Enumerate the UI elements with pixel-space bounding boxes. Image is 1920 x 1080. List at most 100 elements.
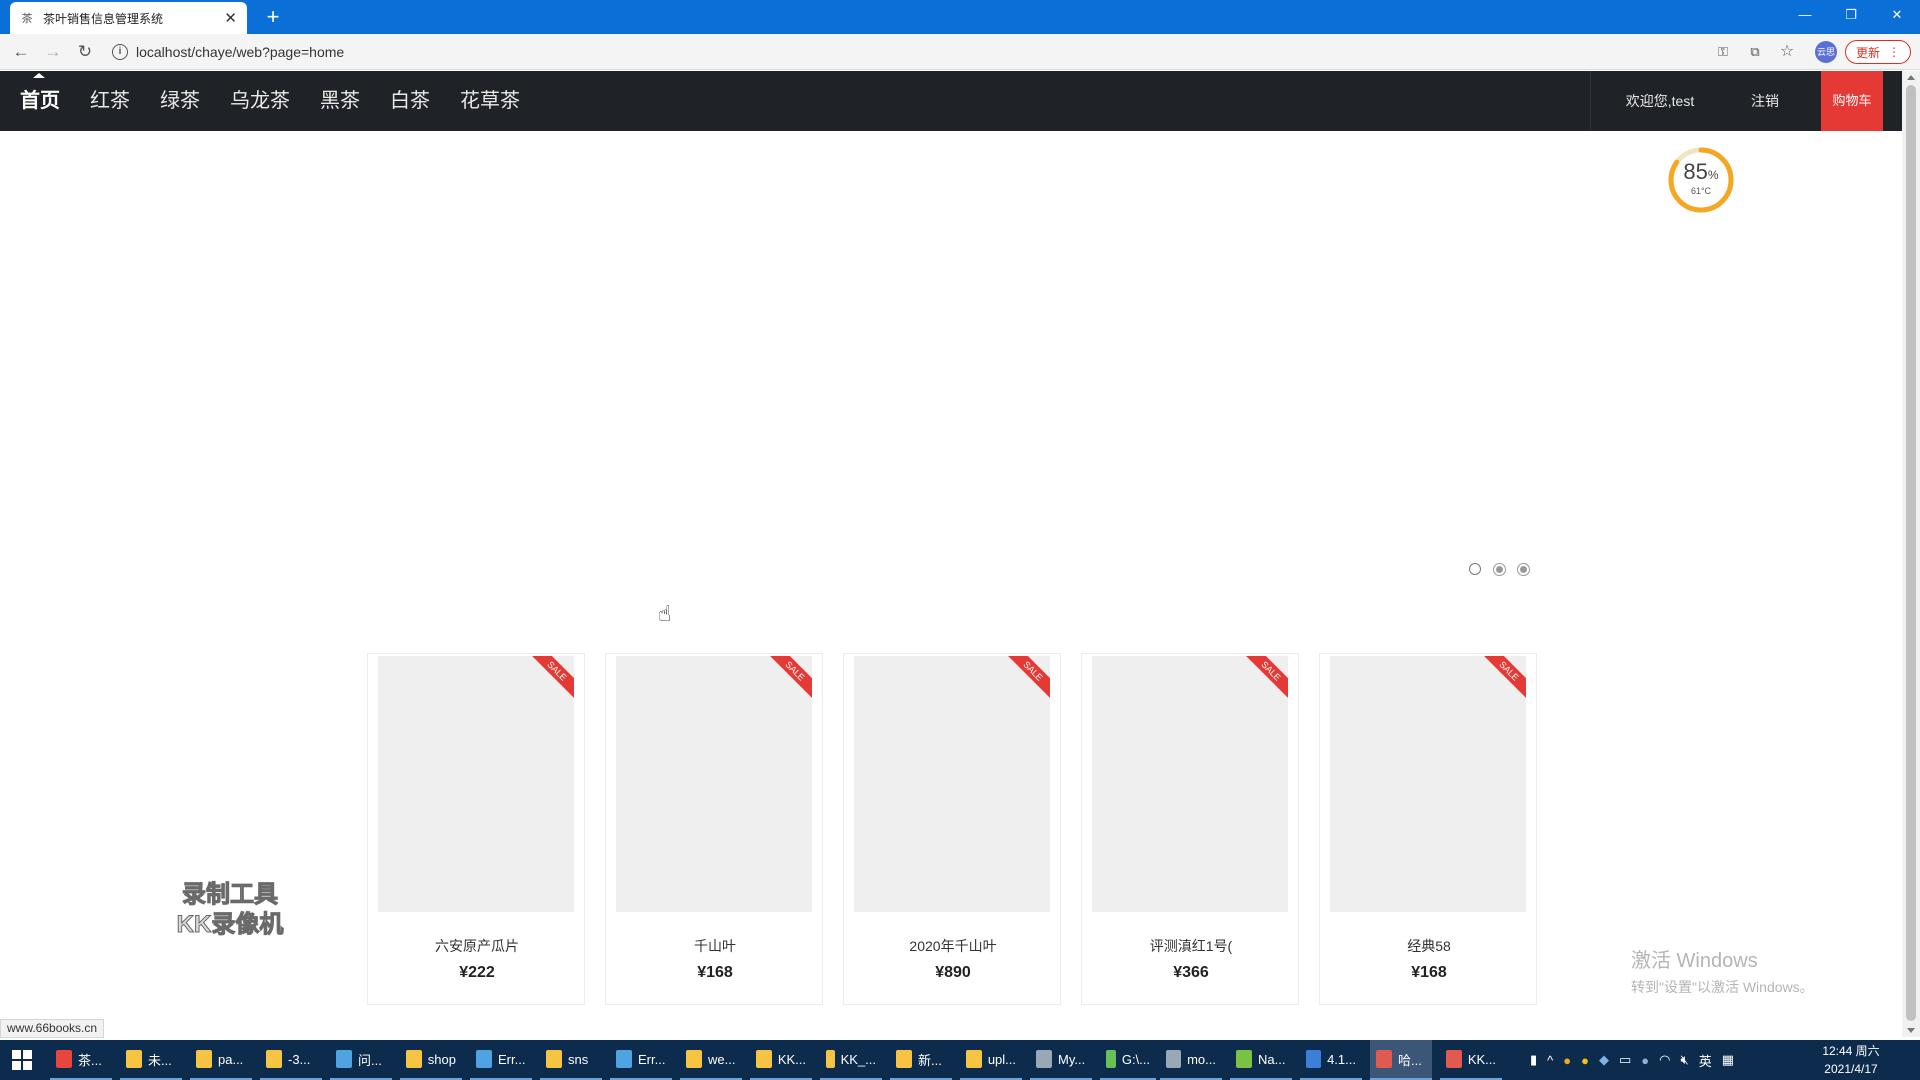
taskbar-app-button[interactable]: Na... [1230, 1040, 1292, 1080]
taskbar-app-button[interactable]: KK... [1440, 1040, 1502, 1080]
taskbar-app-button[interactable]: shop [400, 1040, 462, 1080]
sale-ribbon: SALE [1008, 656, 1050, 698]
nav-item-black-tea[interactable]: 红茶 [90, 71, 130, 131]
cart-button[interactable]: 购物车 [1821, 71, 1883, 131]
page-scrollbar[interactable] [1902, 71, 1920, 1037]
product-card[interactable]: SALE 千山叶 ¥168 [605, 653, 823, 1005]
taskbar-app-button[interactable]: 新... [890, 1040, 952, 1080]
password-key-icon[interactable]: ⚿ [1712, 42, 1734, 62]
taskbar-app-button[interactable]: pa... [190, 1040, 252, 1080]
taskbar-app-label: shop [427, 1051, 456, 1067]
product-card[interactable]: SALE 评测滇红1号( ¥366 [1081, 653, 1299, 1005]
tray-expand-icon[interactable]: ^ [1547, 1053, 1553, 1068]
taskbar-app-button[interactable]: 茶... [50, 1040, 112, 1080]
volume-muted-icon[interactable]: 🔇︎ [1680, 1052, 1688, 1068]
carousel-dot[interactable] [1469, 563, 1481, 575]
more-menu-icon: ⋮ [1888, 45, 1900, 59]
wifi-icon[interactable]: ◠ [1659, 1052, 1670, 1068]
browser-tab[interactable]: 茶 茶叶销售信息管理系统 ✕ [10, 2, 247, 34]
product-card[interactable]: SALE 六安原产瓜片 ¥222 [367, 653, 585, 1005]
keyboard-grid-icon[interactable]: ▦ [1722, 1052, 1734, 1068]
product-card[interactable]: SALE 经典58 ¥168 [1319, 653, 1537, 1005]
product-card[interactable]: SALE 2020年千山叶 ¥890 [843, 653, 1061, 1005]
scroll-up-icon[interactable] [1907, 75, 1915, 80]
app-icon [1446, 1050, 1462, 1068]
logout-link[interactable]: 注销 [1740, 71, 1790, 131]
app-icon [196, 1050, 212, 1068]
scroll-thumb[interactable] [1906, 85, 1916, 1021]
battery-icon[interactable]: ▮ [1530, 1052, 1537, 1068]
back-button[interactable]: ← [8, 39, 34, 65]
nav-item-green-tea[interactable]: 绿茶 [160, 71, 200, 131]
taskbar-app-button[interactable]: upl... [960, 1040, 1022, 1080]
product-price: ¥366 [1173, 964, 1209, 981]
forward-button[interactable]: → [40, 39, 66, 65]
taskbar-app-button[interactable]: mo... [1160, 1040, 1222, 1080]
taskbar-app-button[interactable]: G:\... [1100, 1040, 1156, 1080]
address-bar[interactable]: i localhost/chaye/web?page=home [112, 38, 1722, 66]
gauge-percent: 85% [1683, 159, 1719, 184]
carousel-dot[interactable] [1494, 563, 1505, 575]
carousel-indicators [1469, 562, 1539, 576]
sale-ribbon: SALE [1246, 656, 1288, 698]
nav-item-herbal-tea[interactable]: 花草茶 [460, 71, 520, 131]
taskbar-app-button[interactable]: KK... [750, 1040, 812, 1080]
minimize-button[interactable]: — [1782, 0, 1828, 30]
scroll-down-icon[interactable] [1907, 1028, 1915, 1033]
tray-app-icon[interactable]: ● [1641, 1053, 1649, 1068]
new-tab-button[interactable]: + [260, 4, 286, 30]
tray-app-icon[interactable]: ● [1581, 1053, 1589, 1068]
taskbar-app-button[interactable]: -3... [260, 1040, 322, 1080]
tab-close-icon[interactable]: ✕ [224, 9, 237, 27]
app-icon [616, 1050, 632, 1068]
update-button[interactable]: 更新 ⋮ [1845, 40, 1911, 64]
welcome-user-link[interactable]: 欢迎您,test [1610, 71, 1710, 131]
bookmark-star-icon[interactable]: ☆ [1776, 42, 1798, 62]
recorder-watermark: 录制工具 KK录像机 [160, 880, 300, 940]
carousel-dot[interactable] [1518, 563, 1529, 575]
taskbar-app-button[interactable]: sns [540, 1040, 602, 1080]
cpu-usage-gauge[interactable]: 85% 61°C [1667, 146, 1735, 214]
windows-start-icon[interactable] [12, 1050, 32, 1070]
taskbar-app-button[interactable]: 哈... [1370, 1040, 1432, 1080]
page-favicon-icon: 茶 [21, 13, 33, 25]
reload-button[interactable]: ↻ [72, 39, 98, 65]
taskbar-app-label: 4.1... [1327, 1051, 1356, 1067]
taskbar-app-button[interactable]: KK_... [820, 1040, 882, 1080]
product-name[interactable]: 千山叶 [606, 936, 824, 956]
site-info-icon[interactable]: i [112, 44, 128, 60]
taskbar-app-label: -3... [288, 1051, 311, 1067]
watermark-line1: 录制工具 [182, 881, 279, 909]
taskbar-app-button[interactable]: we... [680, 1040, 742, 1080]
product-name[interactable]: 评测滇红1号( [1082, 936, 1300, 956]
product-name[interactable]: 经典58 [1320, 936, 1538, 956]
app-icon [756, 1050, 772, 1068]
nav-item-white-tea[interactable]: 白茶 [390, 71, 430, 131]
tray-app-icon[interactable]: ● [1563, 1053, 1571, 1068]
tray-app-icon[interactable]: ◆ [1599, 1052, 1609, 1068]
taskbar-app-label: Na... [1258, 1051, 1286, 1067]
system-tray: ▮ ^ ● ● ◆ ▭ ● ◠ 🔇︎ 英 ▦ [1530, 1040, 1734, 1080]
nav-item-oolong[interactable]: 乌龙茶 [230, 71, 290, 131]
translate-icon[interactable]: ⧉ [1744, 42, 1766, 62]
product-name[interactable]: 2020年千山叶 [844, 936, 1062, 956]
app-icon [1106, 1050, 1116, 1068]
nav-item-dark-tea[interactable]: 黑茶 [320, 71, 360, 131]
restore-button[interactable]: ❐ [1828, 0, 1874, 30]
taskbar-app-button[interactable]: Err... [470, 1040, 532, 1080]
taskbar-app-button[interactable]: 问... [330, 1040, 392, 1080]
link-status-bar: www.66books.cn [0, 1019, 105, 1038]
tray-app-icon[interactable]: ▭ [1619, 1052, 1631, 1068]
profile-avatar[interactable]: 云思 [1815, 41, 1837, 63]
close-window-button[interactable]: ✕ [1874, 0, 1920, 30]
taskbar-app-button[interactable]: 4.1... [1300, 1040, 1362, 1080]
product-name[interactable]: 六安原产瓜片 [368, 936, 586, 956]
taskbar-app-label: Err... [498, 1051, 526, 1067]
taskbar-clock[interactable]: 12:44 周六 2021/4/17 [1816, 1042, 1886, 1078]
taskbar-app-button[interactable]: 未... [120, 1040, 182, 1080]
ime-indicator[interactable]: 英 [1699, 1051, 1712, 1070]
app-icon [476, 1050, 492, 1068]
taskbar-app-button[interactable]: Err... [610, 1040, 672, 1080]
taskbar-app-button[interactable]: My... [1030, 1040, 1092, 1080]
nav-item-home[interactable]: 首页 [20, 71, 60, 131]
